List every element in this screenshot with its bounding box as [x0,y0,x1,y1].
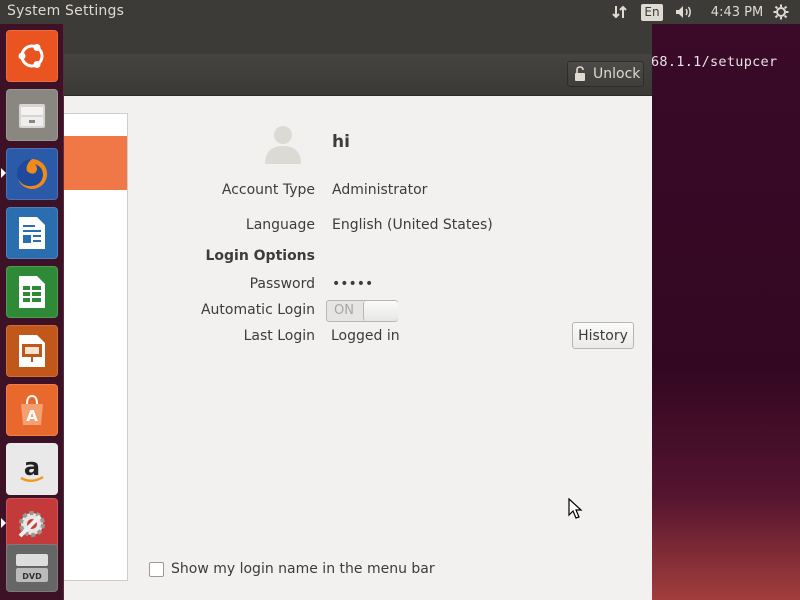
mouse-cursor-icon [568,498,583,519]
password-label: Password [249,276,315,292]
language-value[interactable]: English (United States) [332,217,493,233]
keyboard-layout-label: En [641,3,663,21]
password-value[interactable]: ••••• [332,276,373,292]
last-login-label: Last Login [243,328,315,344]
top-panel: System Settings En 4:43 PM [0,0,800,24]
volume-icon[interactable] [672,0,696,24]
user-list-item-selected[interactable] [64,136,127,190]
launcher: A a DVD [0,24,64,600]
ubuntu-dash-icon[interactable] [6,30,58,82]
show-login-name-checkbox[interactable] [149,562,164,577]
app-title: System Settings [7,3,125,19]
account-type-label: Account Type [221,182,315,198]
svg-text:A: A [26,407,38,425]
users-list[interactable] [64,113,128,581]
automatic-login-label: Automatic Login [200,302,315,318]
show-login-name-label[interactable]: Show my login name in the menu bar [171,561,435,577]
window-titlebar[interactable] [64,24,652,54]
login-options-heading: Login Options [205,248,315,264]
libreoffice-writer-icon[interactable] [6,207,58,259]
account-type-value[interactable]: Administrator [332,182,427,198]
lock-icon [575,66,585,81]
terminal-text: 68.1.1/setupcer [651,54,778,70]
unlock-button[interactable]: Unlock [567,61,644,87]
language-label: Language [245,217,315,233]
files-icon[interactable] [6,89,58,141]
svg-text:a: a [24,453,40,481]
history-button[interactable]: History [572,322,634,349]
automatic-login-toggle[interactable]: ON [326,300,398,322]
session-gear-icon[interactable] [770,0,792,24]
window-toolbar [64,54,652,96]
clock[interactable]: 4:43 PM [708,0,766,24]
toggle-knob [363,301,398,321]
user-avatar-icon[interactable] [261,122,305,166]
firefox-icon[interactable] [6,148,58,200]
user-name[interactable]: hi [332,132,350,152]
last-login-value: Logged in [331,328,400,344]
software-center-icon[interactable]: A [6,384,58,436]
svg-text:DVD: DVD [22,572,42,581]
user-accounts-window: Unlock hi Account Type Administrator Lan… [64,24,652,600]
desktop-background [640,24,800,600]
unlock-label: Unlock [593,66,641,82]
libreoffice-impress-icon[interactable] [6,325,58,377]
system-settings-icon[interactable] [6,498,58,550]
libreoffice-calc-icon[interactable] [6,266,58,318]
keyboard-layout-indicator[interactable]: En [641,0,663,24]
network-icon[interactable] [610,0,630,24]
toggle-state-label: ON [334,303,354,318]
amazon-icon[interactable]: a [6,443,58,495]
dvd-drive-icon[interactable]: DVD [6,544,58,592]
